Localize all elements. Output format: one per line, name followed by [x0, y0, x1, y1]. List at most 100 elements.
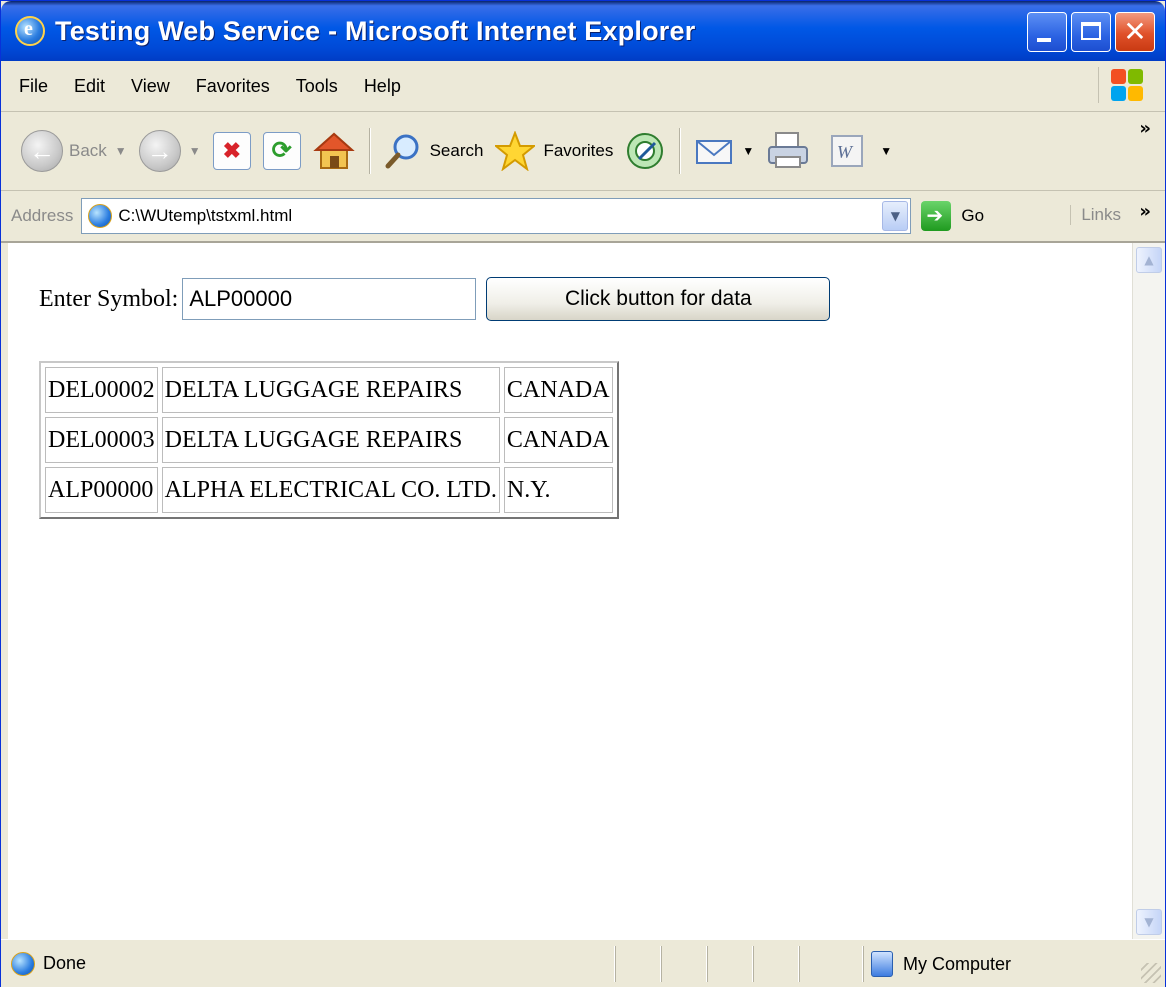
address-input[interactable]: C:\WUtemp\tstxml.html ▼ — [81, 198, 912, 234]
menu-favorites[interactable]: Favorites — [196, 76, 270, 97]
forward-arrow-icon: → — [138, 130, 181, 172]
search-label: Search — [429, 141, 484, 160]
minimize-icon — [1037, 38, 1051, 42]
stop-button[interactable]: ✖ — [207, 119, 257, 183]
security-zone[interactable]: My Computer — [871, 948, 1011, 980]
edit-word-button[interactable]: W ▼ — [824, 119, 898, 183]
status-panel — [753, 946, 800, 982]
back-button[interactable]: ← Back ▼ — [15, 119, 133, 183]
scroll-down-icon[interactable]: ▼ — [1136, 909, 1162, 935]
scroll-up-icon[interactable]: ▲ — [1136, 247, 1162, 273]
close-icon: ✕ — [1123, 15, 1147, 48]
toolbar-more-icon[interactable]: » — [1139, 118, 1151, 139]
maximize-button[interactable] — [1071, 12, 1111, 52]
toolbar-separator — [679, 128, 681, 174]
edit-dropdown-icon[interactable]: ▼ — [880, 144, 892, 158]
address-bar: Address C:\WUtemp\tstxml.html ▼ Go Links… — [1, 191, 1165, 243]
toolbar-separator — [368, 128, 370, 174]
menu-file[interactable]: File — [19, 76, 48, 97]
address-dropdown-icon[interactable]: ▼ — [882, 201, 909, 231]
search-icon — [385, 134, 419, 169]
status-panel — [707, 946, 754, 982]
address-label: Address — [11, 206, 74, 225]
status-panel — [615, 946, 662, 982]
media-icon — [627, 133, 664, 169]
status-panel — [661, 946, 708, 982]
symbol-cell: DEL00002 — [45, 367, 158, 413]
search-button[interactable]: Search — [378, 119, 490, 183]
status-bar: Done My Computer — [1, 939, 1165, 987]
menu-view[interactable]: View — [131, 76, 170, 97]
refresh-button[interactable]: ⟳ — [257, 119, 307, 183]
word-icon: W — [831, 135, 864, 167]
symbol-label: Enter Symbol: — [39, 285, 179, 312]
home-button[interactable] — [307, 119, 361, 183]
minimize-button[interactable] — [1027, 12, 1067, 52]
standard-toolbar: ← Back ▼ → ▼ ✖ ⟳ Search Favorites ▼ W ▼ … — [1, 112, 1165, 191]
maximize-icon — [1081, 22, 1101, 40]
star-icon — [495, 131, 536, 171]
menu-edit[interactable]: Edit — [74, 76, 105, 97]
mail-icon — [696, 140, 733, 164]
location-cell: CANADA — [503, 367, 613, 413]
get-data-button[interactable]: Click button for data — [486, 277, 831, 321]
ie-window: Testing Web Service - Microsoft Internet… — [0, 0, 1166, 987]
media-button[interactable] — [619, 119, 671, 183]
symbol-cell: DEL00003 — [45, 417, 158, 463]
location-cell: CANADA — [503, 417, 613, 463]
table-row: DEL00003 DELTA LUGGAGE REPAIRS CANADA — [45, 417, 613, 463]
svg-text:W: W — [837, 142, 854, 162]
links-more-icon[interactable]: » — [1139, 201, 1151, 222]
favorites-label: Favorites — [543, 141, 614, 160]
computer-icon — [871, 951, 893, 977]
windows-logo-icon — [1098, 67, 1147, 103]
go-label: Go — [961, 206, 985, 225]
zone-label: My Computer — [903, 953, 1012, 974]
vertical-scrollbar[interactable]: ▲ ▼ — [1132, 243, 1165, 939]
page-status-icon — [11, 951, 35, 976]
forward-dropdown-icon[interactable]: ▼ — [189, 144, 201, 158]
go-arrow-icon — [921, 201, 952, 231]
menu-bar: File Edit View Favorites Tools Help — [1, 61, 1165, 112]
menu-help[interactable]: Help — [364, 76, 401, 97]
company-cell: ALPHA ELECTRICAL CO. LTD. — [161, 467, 500, 513]
close-button[interactable]: ✕ — [1115, 12, 1155, 52]
favorites-button[interactable]: Favorites — [489, 119, 619, 183]
mail-dropdown-icon[interactable]: ▼ — [742, 144, 754, 158]
table-row: DEL00002 DELTA LUGGAGE REPAIRS CANADA — [45, 367, 613, 413]
ie-logo-icon — [15, 16, 45, 46]
printer-icon — [768, 132, 809, 168]
menu-tools[interactable]: Tools — [296, 76, 338, 97]
back-label: Back — [69, 141, 107, 160]
status-divider — [863, 946, 865, 982]
title-bar[interactable]: Testing Web Service - Microsoft Internet… — [1, 1, 1165, 61]
status-text: Done — [43, 953, 87, 973]
logo-red-quadrant — [1111, 69, 1126, 84]
address-url: C:\WUtemp\tstxml.html — [118, 206, 293, 225]
refresh-icon: ⟳ — [262, 132, 301, 170]
logo-green-quadrant — [1128, 69, 1143, 84]
location-cell: N.Y. — [503, 467, 613, 513]
company-cell: DELTA LUGGAGE REPAIRS — [161, 417, 500, 463]
results-table: DEL00002 DELTA LUGGAGE REPAIRS CANADA DE… — [39, 361, 619, 519]
window-controls: ✕ — [1027, 12, 1155, 52]
company-cell: DELTA LUGGAGE REPAIRS — [161, 367, 500, 413]
back-dropdown-icon[interactable]: ▼ — [115, 144, 127, 158]
stop-icon: ✖ — [212, 132, 251, 170]
status-panel — [799, 946, 862, 982]
logo-yellow-quadrant — [1128, 86, 1143, 101]
links-button[interactable]: Links — [1070, 205, 1121, 225]
forward-button[interactable]: → ▼ — [133, 119, 207, 183]
page-icon — [88, 204, 113, 228]
table-row: ALP00000 ALPHA ELECTRICAL CO. LTD. N.Y. — [45, 467, 613, 513]
mail-button[interactable]: ▼ — [688, 119, 760, 183]
symbol-cell: ALP00000 — [45, 467, 158, 513]
go-button[interactable]: Go — [921, 201, 984, 231]
logo-blue-quadrant — [1111, 86, 1126, 101]
symbol-input[interactable] — [182, 278, 477, 320]
resize-grip-icon[interactable] — [1141, 963, 1161, 983]
window-title: Testing Web Service - Microsoft Internet… — [55, 15, 696, 46]
home-icon — [312, 132, 355, 169]
print-button[interactable] — [760, 119, 816, 183]
symbol-form: Enter Symbol: Click button for data — [39, 277, 831, 321]
